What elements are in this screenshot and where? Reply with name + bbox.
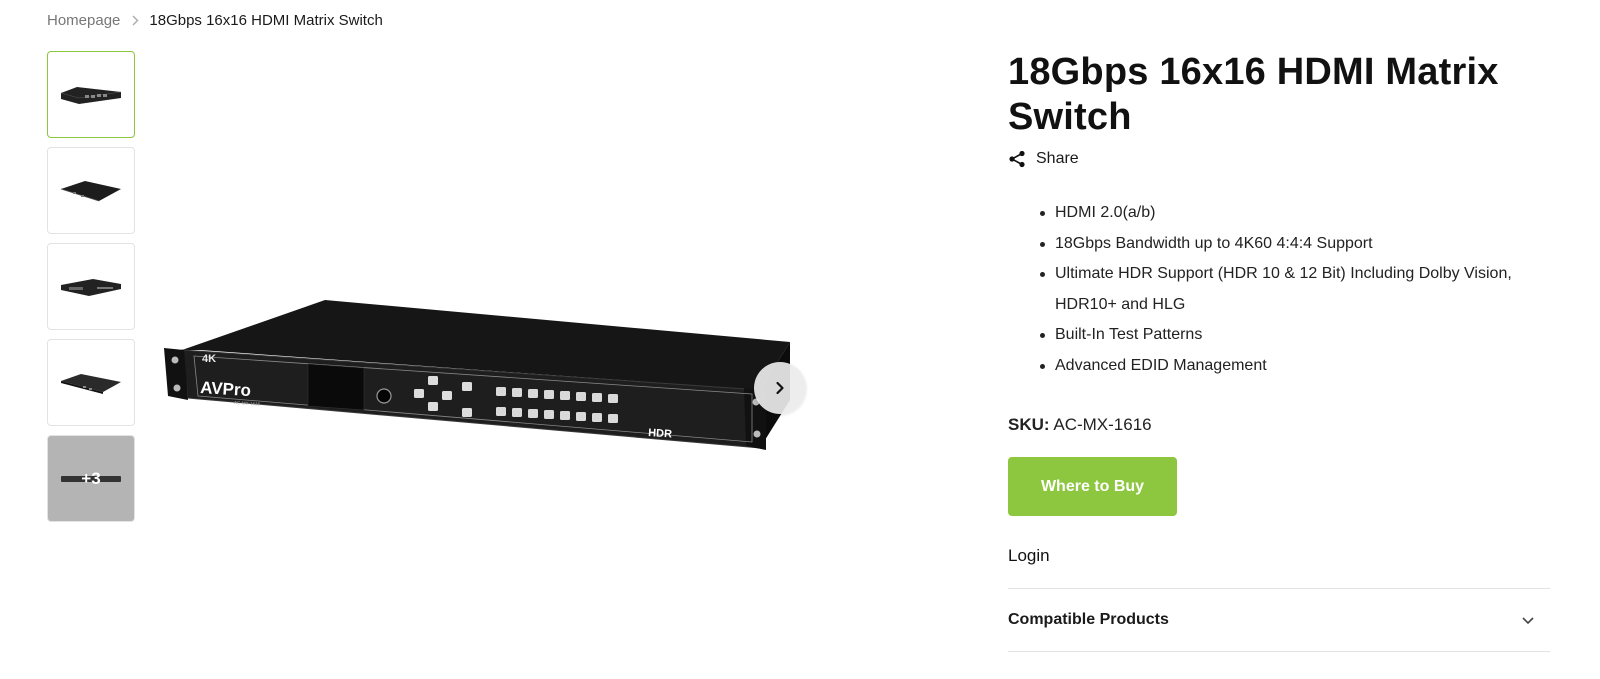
compatible-products-label: Compatible Products — [1008, 611, 1169, 628]
accordion: Compatible Products — [1008, 588, 1553, 652]
share-icon — [1009, 150, 1025, 168]
feature-item: Built-In Test Patterns — [1040, 320, 1553, 351]
thumbnail-list: +3 — [47, 51, 135, 531]
chevron-down-icon — [1522, 616, 1534, 624]
divider — [1008, 651, 1550, 652]
share-label: Share — [1036, 150, 1079, 167]
sku-line: SKU: AC-MX-1616 — [1008, 415, 1553, 435]
thumbnail-more[interactable]: +3 — [47, 435, 135, 522]
feature-item: HDMI 2.0(a/b) — [1040, 198, 1553, 229]
product-side-thumbnail — [61, 278, 121, 296]
sku-label: SKU: — [1008, 415, 1050, 434]
product-angle-thumbnail — [60, 180, 121, 201]
device-hdr-label: HDR — [648, 427, 673, 440]
thumbnail-2[interactable] — [47, 147, 135, 234]
thumbnail-3[interactable] — [47, 243, 135, 330]
product-title: 18Gbps 16x16 HDMI Matrix Switch — [1008, 51, 1499, 138]
breadcrumb-current: 18Gbps 16x16 HDMI Matrix Switch — [149, 12, 383, 29]
device-4k-badge: 4K — [202, 353, 216, 365]
next-image-button[interactable] — [754, 362, 806, 414]
product-info: 18Gbps 16x16 HDMI Matrix Switch Share HD… — [1008, 50, 1553, 652]
feature-list: HDMI 2.0(a/b) 18Gbps Bandwidth up to 4K6… — [1040, 198, 1553, 382]
main-product-image: 4K AVPro AC-MX-1616 HDR — [160, 290, 820, 480]
device-model-label: AC-MX-1616 — [234, 400, 261, 407]
hdmi-matrix-device-image: 4K AVPro AC-MX-1616 HDR — [164, 300, 790, 450]
share-button[interactable]: Share — [1008, 150, 1079, 168]
chevron-right-icon — [776, 381, 784, 395]
product-top-thumbnail — [61, 373, 121, 394]
where-to-buy-button[interactable]: Where to Buy — [1008, 457, 1177, 516]
feature-item: Ultimate HDR Support (HDR 10 & 12 Bit) I… — [1040, 259, 1553, 320]
compatible-products-toggle[interactable]: Compatible Products — [1008, 589, 1553, 651]
product-front-thumbnail — [60, 86, 122, 104]
breadcrumb-home-link[interactable]: Homepage — [47, 12, 120, 29]
thumbnail-1[interactable] — [47, 51, 135, 138]
chevron-right-icon — [132, 15, 139, 26]
more-images-count: +3 — [81, 468, 101, 488]
feature-item: Advanced EDID Management — [1040, 351, 1553, 382]
login-link[interactable]: Login — [1008, 546, 1050, 566]
breadcrumb: Homepage 18Gbps 16x16 HDMI Matrix Switch — [47, 12, 383, 29]
sku-value: AC-MX-1616 — [1053, 415, 1152, 434]
thumbnail-4[interactable] — [47, 339, 135, 426]
device-brand-label: AVPro — [200, 378, 252, 400]
feature-item: 18Gbps Bandwidth up to 4K60 4:4:4 Suppor… — [1040, 229, 1553, 260]
